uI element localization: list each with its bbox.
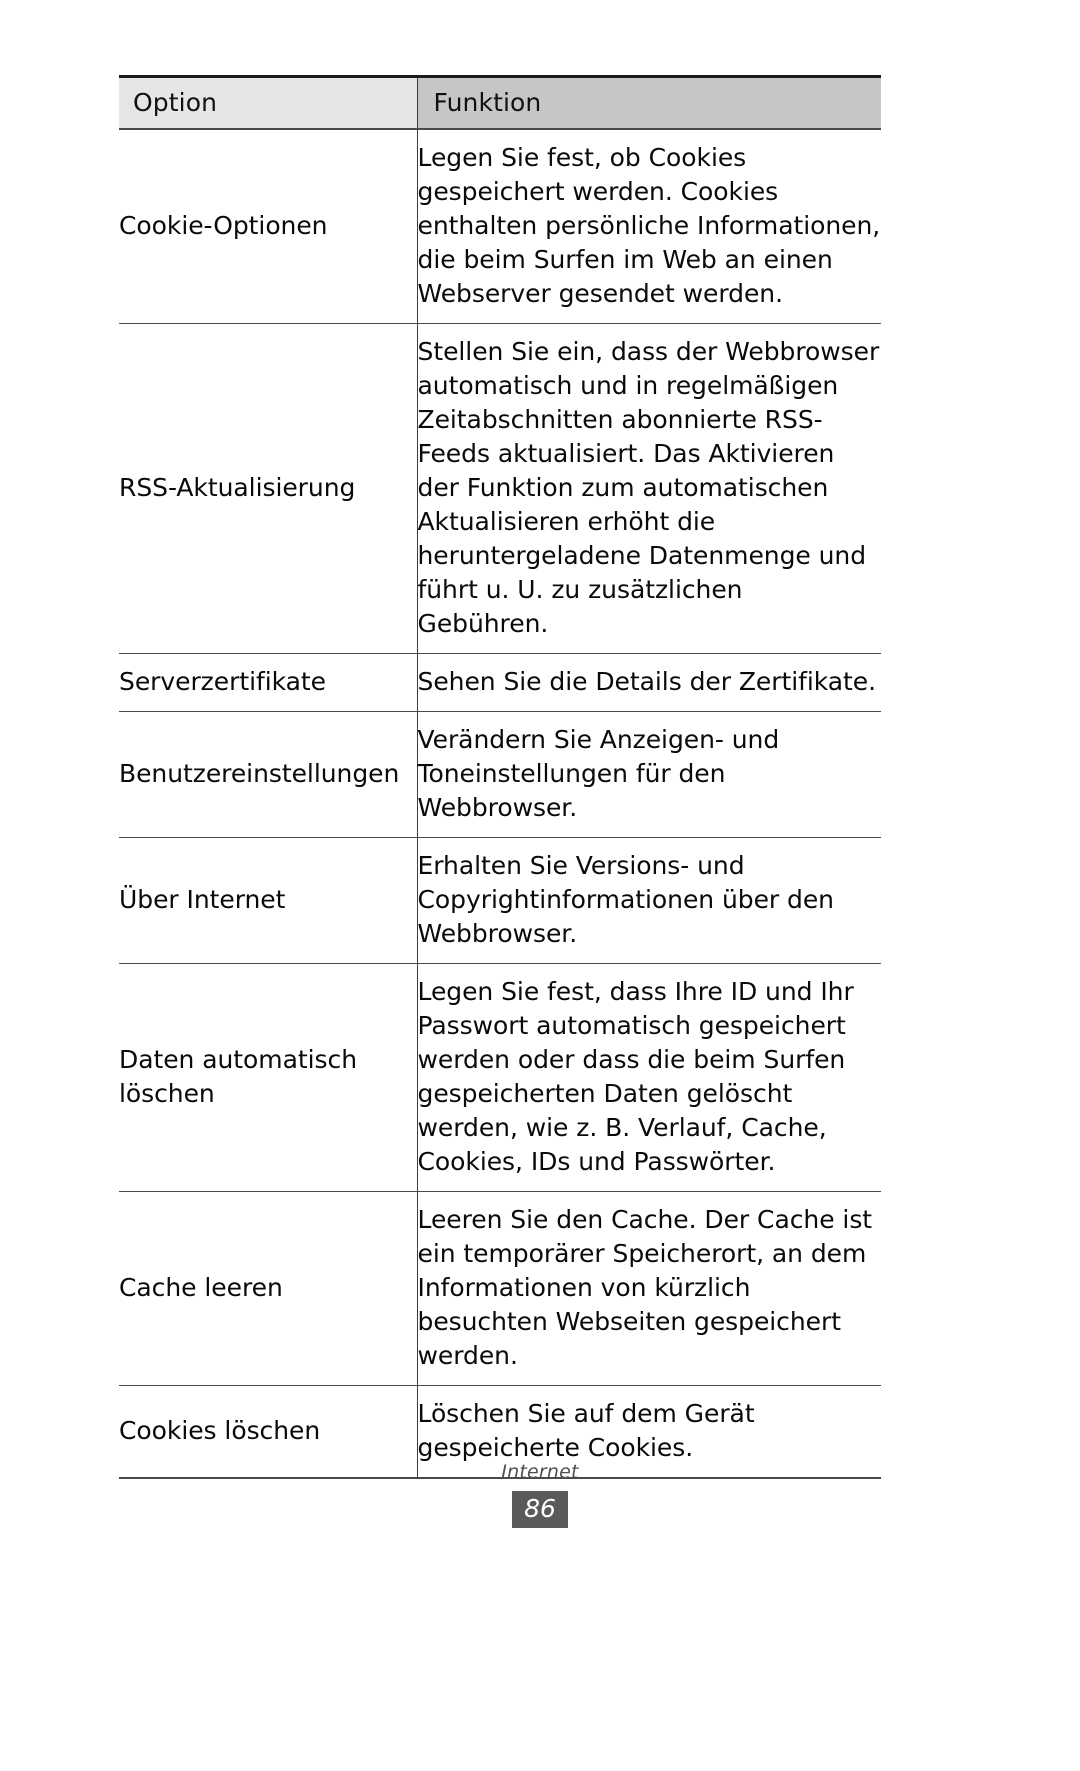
option-name: RSS-Aktualisierung — [119, 473, 356, 502]
table-row: Cookie-Optionen Legen Sie fest, ob Cooki… — [119, 129, 881, 324]
table-cell-funktion: Sehen Sie die Details der Zertifikate. — [416, 653, 881, 712]
table-cell-funktion: Verändern Sie Anzeigen- und Toneinstellu… — [416, 711, 881, 838]
option-name: Serverzertifikate — [119, 667, 326, 696]
option-name: Benutzereinstellungen — [119, 759, 400, 788]
table-cell-funktion: Legen Sie fest, ob Cookies gespeichert w… — [416, 129, 881, 324]
table-cell-option: Serverzertifikate — [119, 653, 417, 712]
footer-section-title: Internet — [501, 1461, 579, 1483]
table-cell-option: Cache leeren — [119, 1191, 417, 1386]
option-name: Cookie-Optionen — [119, 211, 328, 240]
table-row: Serverzertifikate Sehen Sie die Details … — [119, 653, 881, 712]
options-table: Option Funktion Cookie-Optionen Legen Si… — [119, 75, 881, 1479]
option-description: Erhalten Sie Versions- und Copyrightinfo… — [417, 851, 835, 948]
column-header-option: Option — [119, 75, 417, 130]
option-description: Verändern Sie Anzeigen- und Toneinstellu… — [417, 725, 780, 822]
table-row: Daten automatisch löschen Legen Sie fest… — [119, 963, 881, 1192]
table-row: Benutzereinstellungen Verändern Sie Anze… — [119, 711, 881, 838]
table-cell-option: Über Internet — [119, 837, 417, 964]
page-number-badge: 86 — [512, 1491, 568, 1528]
table-cell-option: Benutzereinstellungen — [119, 711, 417, 838]
table-cell-option: Daten automatisch löschen — [119, 963, 417, 1192]
options-table-container: Option Funktion Cookie-Optionen Legen Si… — [119, 75, 881, 1479]
table-cell-funktion: Legen Sie fest, dass Ihre ID und Ihr Pas… — [416, 963, 881, 1192]
option-description: Löschen Sie auf dem Gerät gespeicherte C… — [417, 1399, 755, 1462]
table-body: Cookie-Optionen Legen Sie fest, ob Cooki… — [119, 129, 881, 1479]
option-description: Leeren Sie den Cache. Der Cache ist ein … — [417, 1205, 873, 1370]
table-header-row: Option Funktion — [119, 75, 881, 130]
option-name: Über Internet — [119, 885, 286, 914]
column-header-funktion: Funktion — [416, 75, 881, 130]
option-description: Legen Sie fest, ob Cookies gespeichert w… — [417, 143, 881, 308]
table-row: RSS-Aktualisierung Stellen Sie ein, dass… — [119, 323, 881, 654]
table-cell-funktion: Erhalten Sie Versions- und Copyrightinfo… — [416, 837, 881, 964]
option-description: Legen Sie fest, dass Ihre ID und Ihr Pas… — [417, 977, 854, 1176]
table-cell-option: Cookie-Optionen — [119, 129, 417, 324]
table-cell-funktion: Leeren Sie den Cache. Der Cache ist ein … — [416, 1191, 881, 1386]
option-name: Cache leeren — [119, 1273, 283, 1302]
table-row: Cache leeren Leeren Sie den Cache. Der C… — [119, 1191, 881, 1386]
option-name: Cookies löschen — [119, 1416, 321, 1445]
option-description: Sehen Sie die Details der Zertifikate. — [417, 667, 877, 696]
column-header-funktion-label: Funktion — [433, 88, 542, 117]
table-cell-funktion: Stellen Sie ein, dass der Webbrowser aut… — [416, 323, 881, 654]
table-cell-option: RSS-Aktualisierung — [119, 323, 417, 654]
table-header: Option Funktion — [119, 75, 881, 130]
column-header-option-label: Option — [133, 88, 218, 117]
manual-page: Option Funktion Cookie-Optionen Legen Si… — [0, 0, 1080, 1771]
option-description: Stellen Sie ein, dass der Webbrowser aut… — [417, 337, 880, 638]
page-footer: Internet 86 — [0, 1460, 1080, 1528]
table-row: Über Internet Erhalten Sie Versions- und… — [119, 837, 881, 964]
option-name: Daten automatisch löschen — [119, 1045, 357, 1108]
